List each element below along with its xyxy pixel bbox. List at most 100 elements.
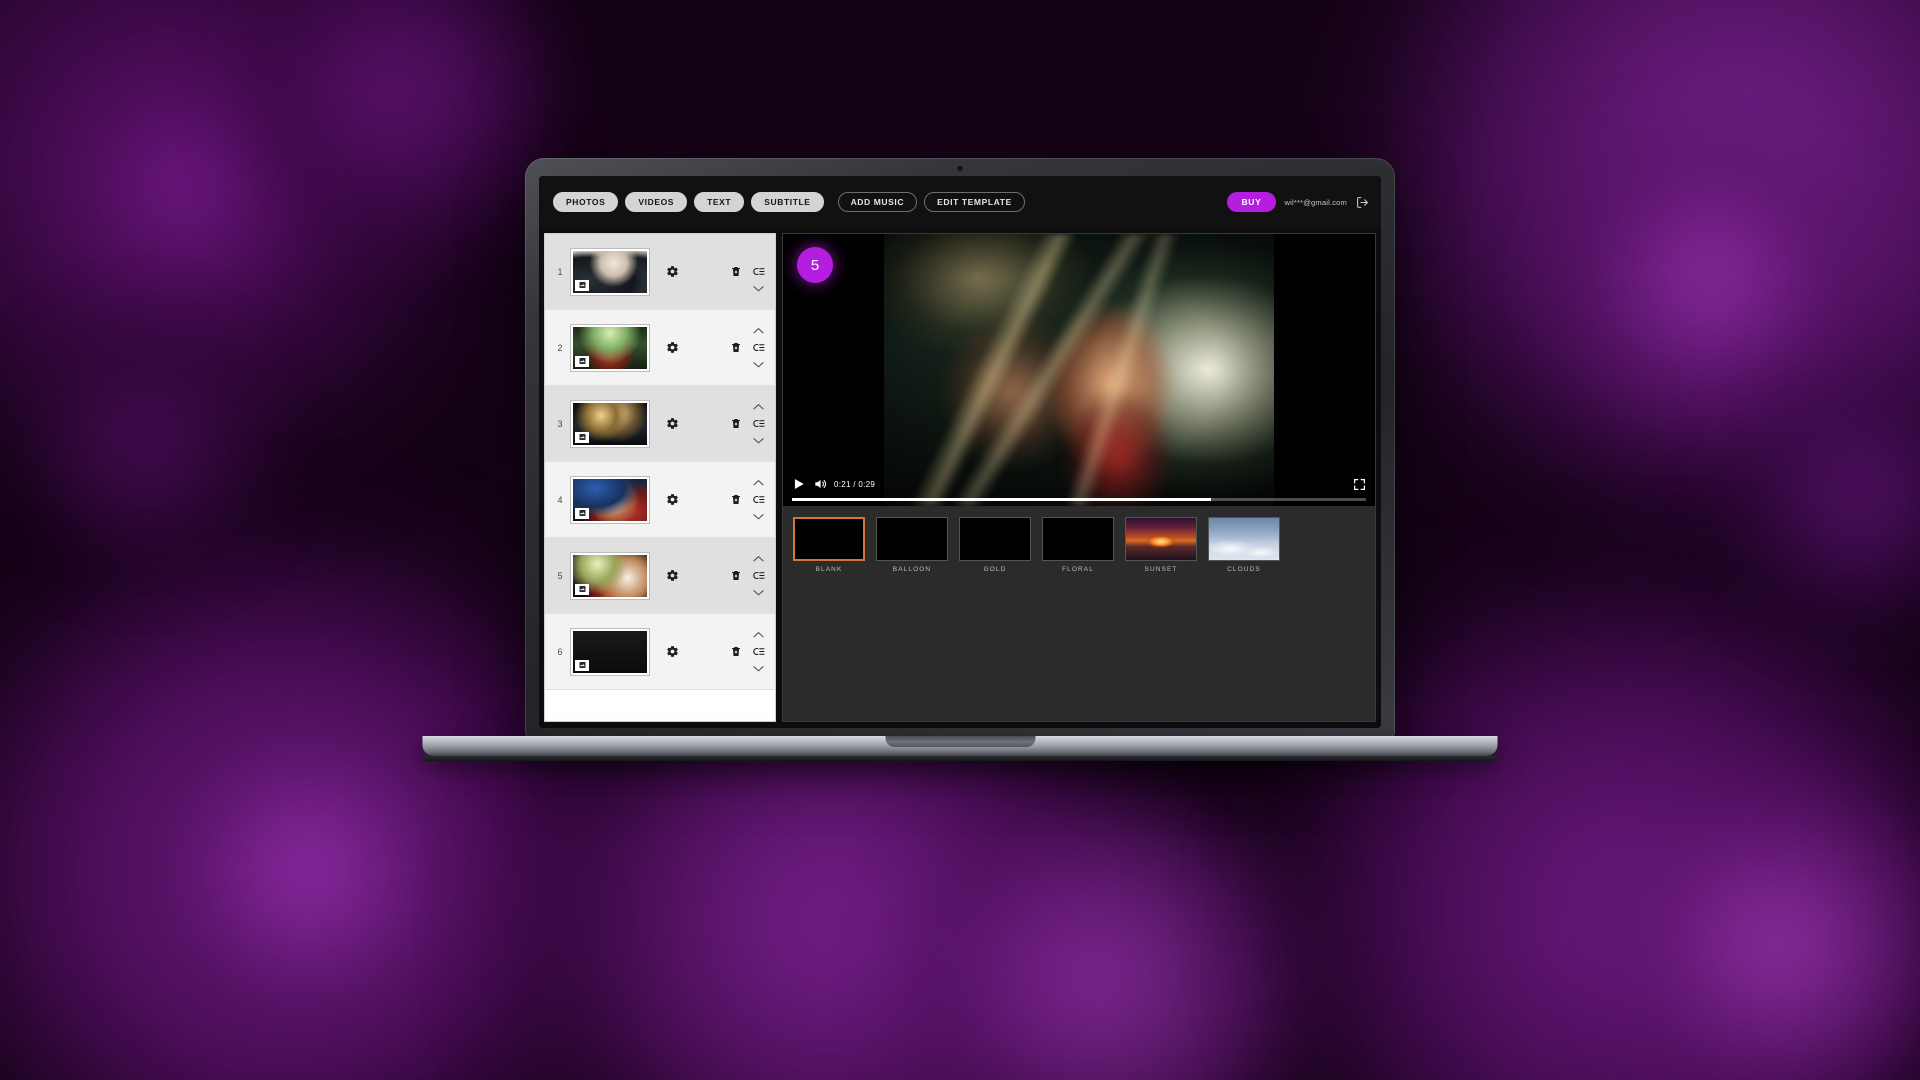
clip-thumbnail[interactable] <box>571 552 649 599</box>
fullscreen-icon[interactable] <box>1353 478 1366 491</box>
clip-list-sidebar[interactable]: 1 2 3 4 5 6 <box>544 233 776 722</box>
trash-icon[interactable] <box>730 417 742 430</box>
reorder-arrows <box>751 471 766 529</box>
template-label: BALLOON <box>892 566 932 573</box>
bokeh-light <box>1560 130 1860 430</box>
tab-subtitle[interactable]: SUBTITLE <box>751 191 824 213</box>
chevron-down-icon[interactable] <box>753 588 764 597</box>
video-player[interactable]: 5 0:21 / 0:29 <box>783 234 1375 506</box>
sequence-badge: 5 <box>797 247 833 283</box>
row-actions <box>730 319 766 377</box>
time-display: 0:21 / 0:29 <box>834 479 876 489</box>
clip-thumbnail[interactable] <box>571 628 649 675</box>
table-row[interactable]: 2 <box>545 310 775 386</box>
table-row[interactable]: 3 <box>545 386 775 462</box>
clip-thumbnail[interactable] <box>571 400 649 447</box>
template-balloon[interactable]: BALLOON <box>876 517 948 573</box>
image-icon <box>575 279 589 291</box>
edit-template-button[interactable]: EDIT TEMPLATE <box>924 191 1025 213</box>
chevron-up-icon[interactable] <box>753 326 764 335</box>
clip-settings-button[interactable] <box>666 493 679 506</box>
volume-icon[interactable] <box>813 477 827 491</box>
video-vignette <box>883 234 1275 506</box>
toolbar-account-area: BUY wil***@gmail.com <box>1227 191 1369 213</box>
table-row[interactable]: 4 <box>545 462 775 538</box>
clip-settings-button[interactable] <box>666 417 679 430</box>
trash-icon[interactable] <box>730 341 742 354</box>
template-thumbnail <box>1208 517 1280 561</box>
template-label: GOLD <box>983 566 1007 573</box>
table-row[interactable]: 1 <box>545 234 775 310</box>
chevron-up-icon[interactable] <box>753 478 764 487</box>
laptop-base <box>422 736 1498 756</box>
tab-photos[interactable]: PHOTOS <box>553 191 619 213</box>
clip-settings-button[interactable] <box>666 569 679 582</box>
clip-thumbnail[interactable] <box>571 324 649 371</box>
laptop-screen: PHOTOS VIDEOS TEXT SUBTITLE ADD MUSIC ED… <box>539 176 1381 728</box>
trash-icon[interactable] <box>730 493 742 506</box>
template-label: BLANK <box>815 566 843 573</box>
progress-bar[interactable] <box>792 498 1366 501</box>
template-thumbnail <box>1125 517 1197 561</box>
trash-icon[interactable] <box>730 645 742 658</box>
image-icon <box>575 583 589 595</box>
caption-icon[interactable] <box>752 646 765 657</box>
table-row[interactable]: 6 <box>545 614 775 690</box>
player-controls: 0:21 / 0:29 <box>783 473 1375 506</box>
laptop-base-shadow <box>422 756 1498 761</box>
laptop-base-notch <box>885 736 1035 747</box>
reorder-arrows <box>751 547 766 605</box>
editor-body: 1 2 3 4 5 6 5 0:21 / 0:29 BLANK BALLOON … <box>539 228 1381 728</box>
logout-icon[interactable] <box>1356 196 1369 209</box>
chevron-down-icon[interactable] <box>753 664 764 673</box>
tab-videos[interactable]: VIDEOS <box>625 191 688 213</box>
clip-thumbnail[interactable] <box>571 248 649 295</box>
template-label: CLOUDS <box>1227 566 1261 573</box>
chevron-up-icon[interactable] <box>753 402 764 411</box>
laptop-lid: PHOTOS VIDEOS TEXT SUBTITLE ADD MUSIC ED… <box>525 158 1395 738</box>
caption-icon[interactable] <box>752 494 765 505</box>
chevron-down-icon[interactable] <box>753 512 764 521</box>
chevron-down-icon[interactable] <box>753 360 764 369</box>
caption-icon[interactable] <box>752 418 765 429</box>
template-thumbnail <box>793 517 865 561</box>
caption-icon[interactable] <box>752 570 765 581</box>
webcam-icon <box>957 166 963 171</box>
tab-text[interactable]: TEXT <box>694 191 745 213</box>
caption-icon[interactable] <box>752 266 765 277</box>
clip-settings-button[interactable] <box>666 265 679 278</box>
clip-settings-button[interactable] <box>666 341 679 354</box>
template-strip: BLANK BALLOON GOLD FLORAL SUNSET CLOUDS <box>783 506 1375 721</box>
chevron-up-icon[interactable] <box>753 630 764 639</box>
template-sunset[interactable]: SUNSET <box>1125 517 1197 573</box>
trash-icon[interactable] <box>730 265 742 278</box>
toolbar-secondary-actions: ADD MUSIC EDIT TEMPLATE <box>837 191 1025 213</box>
clip-index: 5 <box>557 570 563 581</box>
table-row[interactable]: 5 <box>545 538 775 614</box>
bokeh-light <box>30 330 260 560</box>
buy-button[interactable]: BUY <box>1227 191 1276 213</box>
template-floral[interactable]: FLORAL <box>1042 517 1114 573</box>
image-icon <box>575 355 589 367</box>
preview-panel: 5 0:21 / 0:29 BLANK BALLOON GOLD FLORAL … <box>782 233 1376 722</box>
template-blank[interactable]: BLANK <box>793 517 865 573</box>
caption-icon[interactable] <box>752 342 765 353</box>
add-music-button[interactable]: ADD MUSIC <box>837 191 918 213</box>
play-icon[interactable] <box>792 477 806 491</box>
reorder-arrows <box>751 395 766 453</box>
chevron-down-icon[interactable] <box>753 284 764 293</box>
user-email-label: wil***@gmail.com <box>1284 197 1347 207</box>
clip-index: 6 <box>557 646 563 657</box>
trash-icon[interactable] <box>730 569 742 582</box>
template-clouds[interactable]: CLOUDS <box>1208 517 1280 573</box>
clip-index: 4 <box>557 494 563 505</box>
row-actions <box>730 623 766 681</box>
template-gold[interactable]: GOLD <box>959 517 1031 573</box>
clip-thumbnail[interactable] <box>571 476 649 523</box>
clip-index: 2 <box>557 342 563 353</box>
chevron-down-icon[interactable] <box>753 436 764 445</box>
chevron-up-icon[interactable] <box>753 554 764 563</box>
app-toolbar: PHOTOS VIDEOS TEXT SUBTITLE ADD MUSIC ED… <box>539 176 1381 228</box>
clip-settings-button[interactable] <box>666 645 679 658</box>
video-frame <box>883 234 1275 506</box>
